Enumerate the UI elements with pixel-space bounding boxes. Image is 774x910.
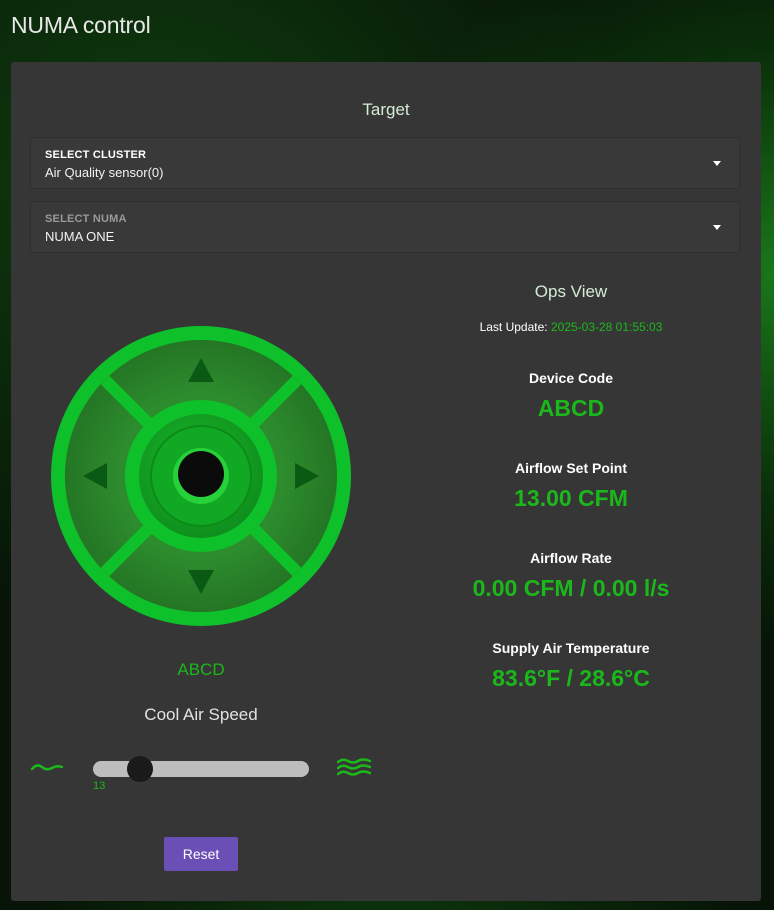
numa-select-label: SELECT NUMA — [45, 213, 127, 225]
last-update-timestamp: 2025-03-28 01:55:03 — [550, 320, 663, 334]
device-code-label: ABCD — [177, 660, 225, 679]
numa-select[interactable]: SELECT NUMA NUMA ONE — [30, 201, 740, 253]
caret-down-icon[interactable] — [713, 161, 721, 166]
speed-slider-thumb[interactable] — [127, 756, 154, 782]
target-heading: Target — [362, 100, 410, 119]
direction-joystick[interactable] — [51, 326, 351, 626]
metric-label-airflow-rate: Airflow Rate — [530, 550, 612, 566]
speed-slider-value: 13 — [93, 780, 106, 792]
joystick-knob[interactable] — [178, 451, 224, 497]
last-update: Last Update: 2025-03-28 01:55:03 — [391, 320, 751, 334]
metric-label-supply-air-temperature: Supply Air Temperature — [492, 640, 650, 656]
metric-value-device-code: ABCD — [537, 395, 605, 421]
metric-label-device-code: Device Code — [528, 370, 614, 386]
metric-label-airflow-set-point: Airflow Set Point — [515, 460, 627, 476]
numa-select-value: NUMA ONE — [45, 229, 115, 244]
reset-button[interactable]: Reset — [164, 837, 238, 871]
fast-wave-icon — [337, 758, 371, 776]
last-update-label: Last Update: — [479, 320, 548, 334]
metric-value-supply-air-temperature: 83.6°F / 28.6°C — [492, 665, 650, 691]
slow-wave-icon — [31, 764, 63, 771]
cool-air-speed-title: Cool Air Speed — [144, 705, 258, 724]
speed-slider-track[interactable] — [93, 761, 309, 777]
cluster-select-label: SELECT CLUSTER — [45, 149, 147, 161]
cluster-select-value: Air Quality sensor(0) — [45, 165, 164, 180]
cluster-select[interactable]: SELECT CLUSTER Air Quality sensor(0) — [30, 137, 740, 189]
app-title: NUMA control — [11, 12, 151, 38]
control-panel: Target SELECT CLUSTER Air Quality sensor… — [11, 62, 761, 901]
ops-view-title: Ops View — [534, 282, 608, 301]
metric-value-airflow-set-point: 13.00 CFM — [514, 485, 628, 511]
metric-value-airflow-rate: 0.00 CFM / 0.00 l/s — [472, 575, 670, 601]
caret-down-icon[interactable] — [713, 225, 721, 230]
